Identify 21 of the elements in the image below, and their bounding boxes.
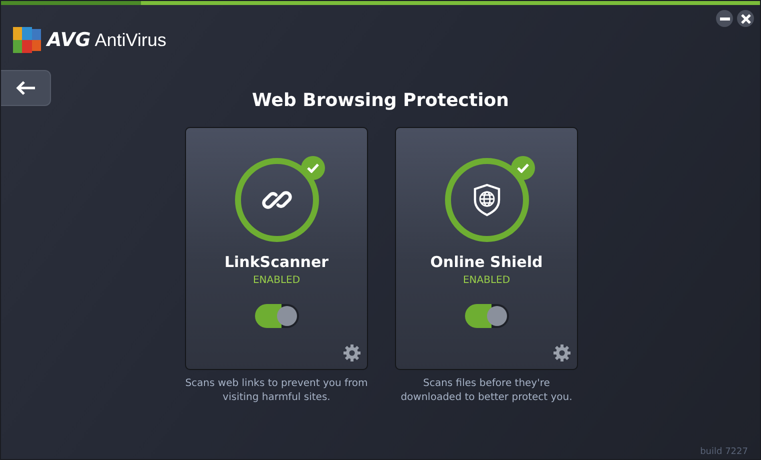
component-name: Online Shield [430,253,543,271]
build-number: build 7227 [700,447,748,457]
shield-globe-icon [472,183,500,217]
component-name: LinkScanner [224,253,329,271]
close-icon [740,14,750,24]
close-button[interactable] [737,10,754,27]
component-description: Scans web links to prevent you from visiting harmful sites. [184,377,369,405]
status-label: ENABLED [252,275,300,286]
product-name: AntiVirus [94,30,166,50]
page-title: Web Browsing Protection [251,90,510,110]
settings-icon[interactable] [343,344,361,362]
toggle-switch[interactable] [254,304,298,328]
minimize-button[interactable] [716,10,733,27]
brand-name: AVG [47,29,91,51]
back-arrow-icon [16,81,36,95]
back-button[interactable] [1,70,51,106]
settings-icon[interactable] [553,344,571,362]
status-label: ENABLED [462,275,510,286]
toggle-switch[interactable] [464,304,508,328]
component-description: Scans files before they're downloaded to better protect you. [400,377,574,405]
logo-icon [13,27,41,53]
